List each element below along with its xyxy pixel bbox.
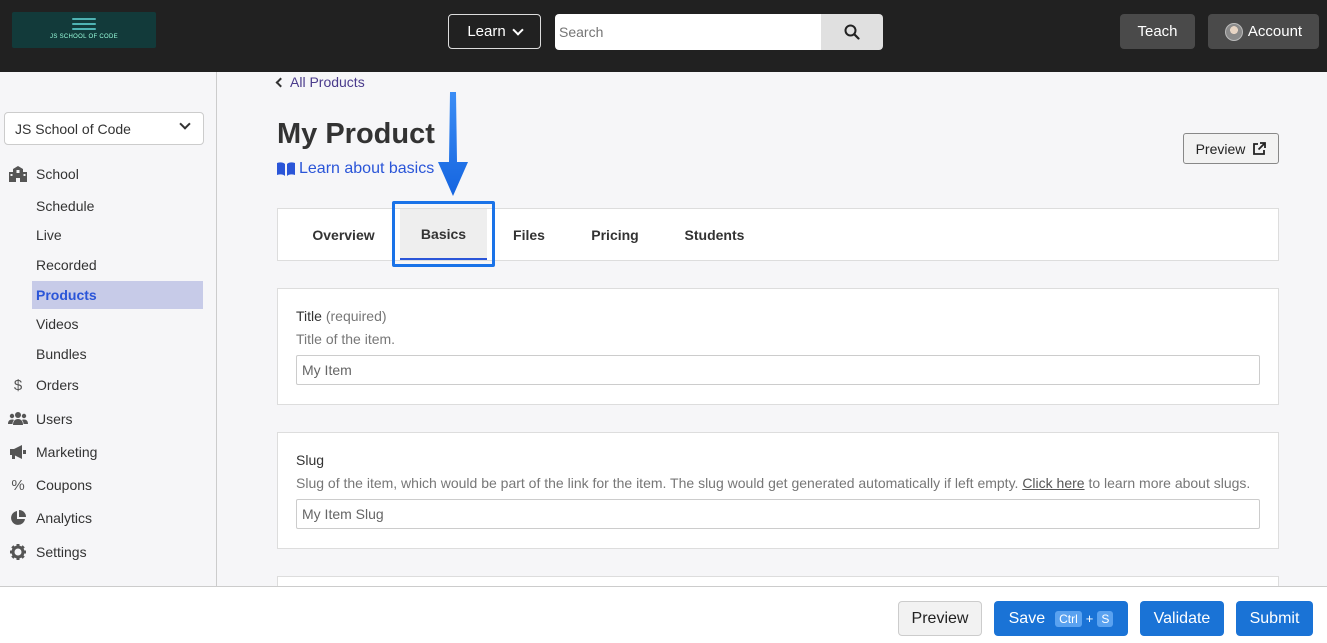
logo-waves-icon — [72, 18, 96, 34]
book-icon — [277, 162, 295, 176]
tab-files[interactable]: Files — [496, 209, 562, 260]
sidebar-item-videos[interactable]: Videos — [32, 310, 203, 338]
save-label: Save — [1008, 609, 1046, 627]
school-select[interactable]: JS School of Code — [4, 112, 204, 145]
sidebar-item-settings[interactable]: Settings — [8, 540, 87, 564]
search-input[interactable] — [555, 14, 822, 50]
pie-chart-icon — [8, 510, 28, 526]
search-button[interactable] — [821, 14, 883, 50]
percent-icon: % — [11, 476, 25, 494]
tab-highlight-box — [392, 201, 495, 267]
tab-students[interactable]: Students — [668, 209, 761, 260]
footer-preview-button[interactable]: Preview — [898, 601, 982, 636]
bottom-action-bar: Preview Save Ctrl + S Validate Submit — [0, 586, 1327, 643]
sidebar-item-label: Marketing — [36, 444, 98, 460]
sidebar-item-users[interactable]: Users — [8, 407, 73, 431]
title-label-text: Title — [296, 308, 322, 324]
account-label: Account — [1247, 23, 1303, 40]
sidebar-item-analytics[interactable]: Analytics — [8, 506, 92, 530]
back-to-products-link[interactable]: All Products — [275, 74, 365, 90]
sidebar-item-label: Users — [36, 411, 73, 427]
sidebar-item-coupons[interactable]: % Coupons — [8, 473, 92, 497]
sidebar-item-marketing[interactable]: Marketing — [8, 440, 97, 464]
sidebar-item-bundles[interactable]: Bundles — [32, 340, 203, 368]
page-title: My Product — [277, 118, 435, 150]
save-button[interactable]: Save Ctrl + S — [994, 601, 1128, 636]
avatar — [1224, 22, 1243, 41]
sidebar-item-live[interactable]: Live — [32, 221, 203, 249]
plus-sign: + — [1085, 611, 1094, 626]
slug-description-end: to learn more about slugs. — [1088, 475, 1251, 491]
validate-button[interactable]: Validate — [1140, 601, 1224, 636]
sidebar: JS School of Code School Schedule Live R… — [0, 72, 217, 586]
building-icon — [8, 166, 28, 182]
tab-overview[interactable]: Overview — [296, 209, 391, 260]
gear-icon — [8, 544, 28, 560]
slug-help-link[interactable]: Click here — [1022, 475, 1084, 491]
back-link-label: All Products — [290, 74, 365, 90]
sidebar-item-orders[interactable]: $ Orders — [8, 373, 79, 397]
slug-description-start: Slug of the item, which would be part of… — [296, 475, 1019, 491]
top-navbar: JS SCHOOL OF CODE Learn Teach Account — [0, 0, 1327, 72]
s-key-badge: S — [1097, 610, 1114, 627]
sidebar-item-label: School — [36, 166, 79, 182]
bullhorn-icon — [8, 444, 28, 460]
learn-link-label: Learn about basics — [299, 160, 435, 177]
external-link-icon — [1253, 141, 1267, 155]
learn-dropdown-button[interactable]: Learn — [448, 14, 541, 49]
sidebar-item-school[interactable]: School — [8, 162, 79, 186]
sidebar-item-label: Orders — [36, 377, 79, 393]
sidebar-item-label: Analytics — [36, 510, 93, 526]
slug-field-label: Slug — [296, 452, 325, 468]
title-field-label: Title (required) — [296, 308, 387, 324]
account-button[interactable]: Account — [1208, 14, 1319, 49]
users-icon — [8, 411, 28, 427]
school-select-value: JS School of Code — [15, 120, 131, 137]
sidebar-item-products[interactable]: Products — [32, 281, 203, 309]
chevron-down-icon — [179, 118, 191, 130]
ctrl-key-badge: Ctrl — [1055, 610, 1082, 627]
school-logo[interactable]: JS SCHOOL OF CODE — [12, 12, 156, 48]
sidebar-item-label: Coupons — [36, 477, 93, 493]
tab-pricing[interactable]: Pricing — [571, 209, 659, 260]
logo-text: JS SCHOOL OF CODE — [50, 34, 118, 40]
search-icon — [844, 24, 860, 40]
slug-field-card: Slug Slug of the item, which would be pa… — [277, 432, 1279, 549]
sidebar-item-recorded[interactable]: Recorded — [32, 251, 203, 279]
learn-label: Learn — [467, 23, 506, 40]
learn-about-basics-link[interactable]: Learn about basics — [277, 160, 434, 178]
submit-button[interactable]: Submit — [1236, 601, 1313, 636]
slug-input[interactable] — [296, 499, 1260, 529]
preview-label: Preview — [1195, 140, 1246, 157]
annotation-arrow-icon — [438, 92, 468, 196]
title-input[interactable] — [296, 355, 1260, 385]
chevron-left-icon — [275, 77, 286, 87]
preview-button[interactable]: Preview — [1183, 133, 1279, 164]
slug-field-description: Slug of the item, which would be part of… — [296, 475, 1250, 491]
dollar-icon: $ — [13, 376, 23, 394]
teach-button[interactable]: Teach — [1120, 14, 1195, 49]
chevron-down-icon — [512, 23, 524, 36]
sidebar-item-schedule[interactable]: Schedule — [32, 192, 203, 220]
required-label: (required) — [325, 308, 387, 324]
title-field-card: Title (required) Title of the item. — [277, 288, 1279, 405]
sidebar-item-label: Settings — [36, 544, 87, 560]
title-field-description: Title of the item. — [296, 331, 396, 347]
